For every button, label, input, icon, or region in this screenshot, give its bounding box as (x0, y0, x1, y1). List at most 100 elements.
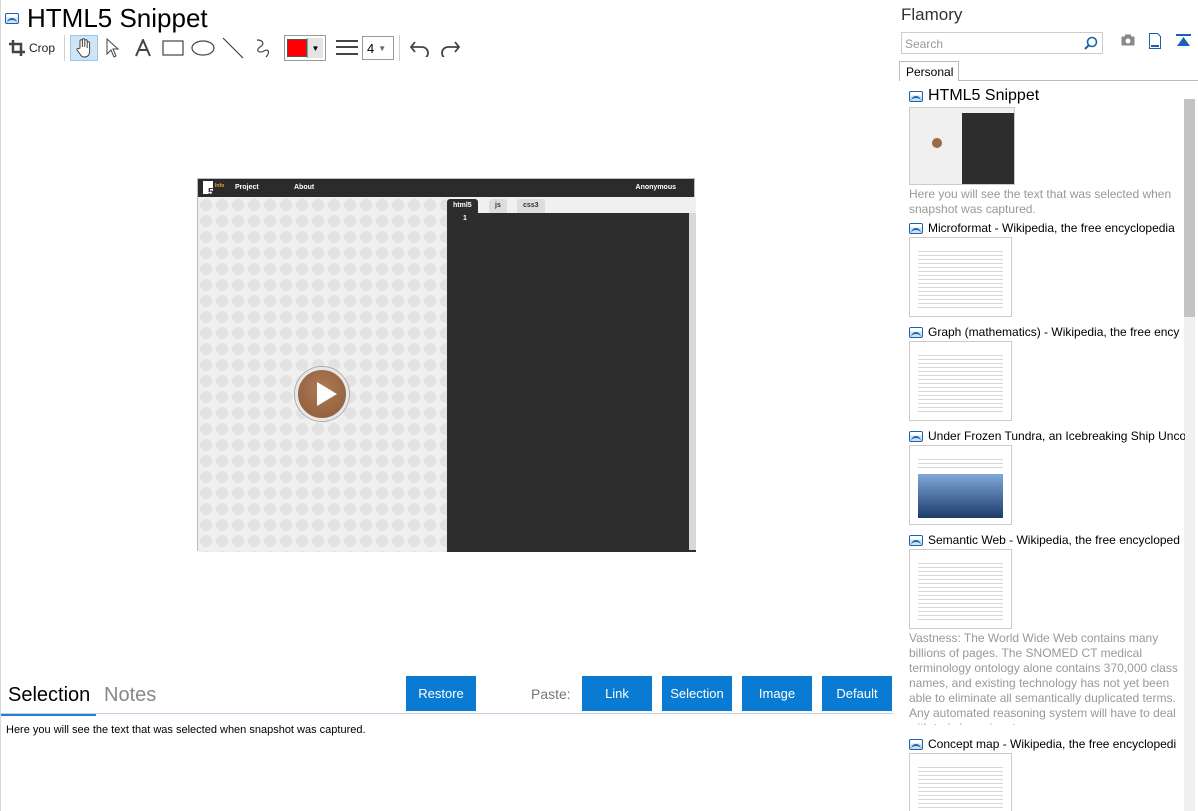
page-icon (909, 430, 923, 442)
color-swatch (287, 39, 308, 57)
list-item-thumbnail (909, 107, 1015, 185)
paste-selection-button[interactable]: Selection (662, 676, 732, 711)
pointer-icon (106, 38, 120, 58)
play-icon (930, 136, 944, 150)
thumb-text-lines (918, 560, 1003, 622)
page-icon (909, 90, 923, 102)
snapshot-code-editor: html5 js css3 1 (447, 197, 696, 552)
page-icon (909, 738, 923, 750)
list-item[interactable]: Microformat - Wikipedia, the free encycl… (909, 221, 1185, 317)
line-width-button[interactable] (332, 35, 362, 61)
undo-icon (409, 41, 429, 57)
snapshot-user: Anonymous (635, 184, 676, 191)
redo-icon (441, 41, 461, 57)
list-item[interactable]: Under Frozen Tundra, an Icebreaking Ship… (909, 429, 1185, 525)
snapshot-tabs: html5 js css3 (447, 197, 696, 213)
snapshot-tab-css3: css3 (517, 199, 545, 213)
snapshot-nav-project: Project (235, 184, 259, 191)
sidebar-title: Flamory (901, 5, 963, 24)
list-item-thumbnail (909, 237, 1012, 317)
rectangle-tool-button[interactable] (158, 35, 188, 61)
search-icon[interactable] (1084, 36, 1098, 50)
sidebar-scrollbar-thumb[interactable] (1184, 99, 1195, 317)
app-window: HTML5 Snippet Crop ▼ 4 ▼ 5 Info Project … (0, 0, 1198, 811)
paste-image-button[interactable]: Image (742, 676, 812, 711)
toolbar: Crop ▼ 4 ▼ (5, 34, 465, 62)
title-bar: HTML5 Snippet (5, 4, 208, 32)
line-width-select[interactable]: 4 ▼ (362, 36, 395, 60)
snapshot-preview-area (198, 197, 447, 552)
list-item-header: Under Frozen Tundra, an Icebreaking Ship… (909, 429, 1185, 443)
crop-button[interactable]: Crop (5, 35, 59, 61)
snapshot-scrollbar (689, 213, 696, 550)
snapshot-line-number: 1 (463, 215, 467, 222)
list-item[interactable]: Semantic Web - Wikipedia, the free encyc… (909, 533, 1185, 725)
line-tool-button[interactable] (218, 35, 248, 61)
line-width-value: 4 (367, 40, 375, 56)
text-tool-button[interactable] (128, 35, 158, 61)
list-item-thumbnail (909, 753, 1012, 811)
tab-notes[interactable]: Notes (104, 684, 156, 707)
list-item-title: Under Frozen Tundra, an Icebreaking Ship… (928, 429, 1185, 443)
thumb-text-lines (918, 764, 1003, 811)
thumb-text-lines (918, 248, 1003, 310)
line-width-icon (336, 40, 359, 55)
color-picker[interactable]: ▼ (284, 35, 327, 61)
list-item-description: Here you will see the text that was sele… (909, 187, 1172, 216)
list-item[interactable]: Concept map - Wikipedia, the free encycl… (909, 737, 1185, 811)
list-item-header: Concept map - Wikipedia, the free encycl… (909, 737, 1185, 751)
editor-pane: HTML5 Snippet Crop ▼ 4 ▼ 5 Info Project … (0, 0, 894, 811)
snapshot-nav-about: About (294, 184, 315, 191)
list-item-title: Concept map - Wikipedia, the free encycl… (928, 737, 1177, 751)
text-icon (135, 39, 151, 57)
sidebar-scrollbar[interactable] (1184, 99, 1195, 811)
search-input[interactable]: Search (901, 32, 1103, 54)
snapshot-tab-html5: html5 (447, 199, 478, 213)
list-item[interactable]: Graph (mathematics) - Wikipedia, the fre… (909, 325, 1185, 421)
tab-underline (959, 80, 1198, 81)
snapshot-tab-js: js (489, 199, 507, 213)
pointer-tool-button[interactable] (98, 35, 128, 61)
page-icon (909, 534, 923, 546)
camera-icon[interactable] (1121, 34, 1135, 46)
redo-button[interactable] (435, 35, 465, 61)
undo-button[interactable] (405, 35, 435, 61)
paste-link-button[interactable]: Link (582, 676, 652, 711)
list-item-thumbnail (909, 445, 1012, 525)
list-item-title: Semantic Web - Wikipedia, the free encyc… (928, 533, 1180, 547)
tab-selection[interactable]: Selection (0, 684, 97, 716)
line-icon (222, 37, 244, 59)
play-icon (295, 367, 349, 421)
snapshot-image[interactable]: 5 Info Project About Anonymous html5 js c… (197, 178, 696, 552)
list-item-description: Vastness: The World Wide Web contains ma… (909, 631, 1178, 725)
flamory-sidebar: Flamory Search Personal HTML5 Snippet He… (893, 0, 1198, 811)
html5-logo: 5 Info (203, 181, 224, 198)
page-icon (909, 222, 923, 234)
hand-icon (76, 38, 91, 58)
hand-tool-button[interactable] (70, 35, 99, 61)
page-icon (909, 326, 923, 338)
freehand-tool-button[interactable] (248, 35, 278, 61)
ellipse-tool-button[interactable] (188, 35, 218, 61)
toolbar-divider (64, 35, 66, 61)
thumb-editor (962, 113, 1014, 184)
list-item-header: Graph (mathematics) - Wikipedia, the fre… (909, 325, 1185, 339)
list-item[interactable]: HTML5 Snippet Here you will see the text… (909, 87, 1185, 217)
list-item-thumbnail (909, 549, 1012, 629)
tab-personal[interactable]: Personal (899, 61, 959, 81)
document-icon[interactable] (1149, 33, 1161, 49)
thumb-text-lines (918, 456, 1003, 470)
restore-button[interactable]: Restore (406, 676, 476, 711)
html5-logo-sub: Info (215, 183, 225, 189)
list-item-header: HTML5 Snippet (909, 87, 1185, 105)
paste-default-button[interactable]: Default (822, 676, 892, 711)
freehand-icon (256, 39, 270, 58)
chevron-down-icon: ▼ (307, 38, 324, 58)
chevron-down-icon: ▼ (378, 43, 387, 53)
collapse-top-icon[interactable] (1176, 34, 1191, 48)
crop-icon (9, 40, 25, 56)
thumb-text-lines (918, 352, 1003, 414)
ellipse-icon (191, 40, 215, 56)
list-item-title: Microformat - Wikipedia, the free encycl… (928, 221, 1175, 235)
list-item-header: Semantic Web - Wikipedia, the free encyc… (909, 533, 1185, 547)
